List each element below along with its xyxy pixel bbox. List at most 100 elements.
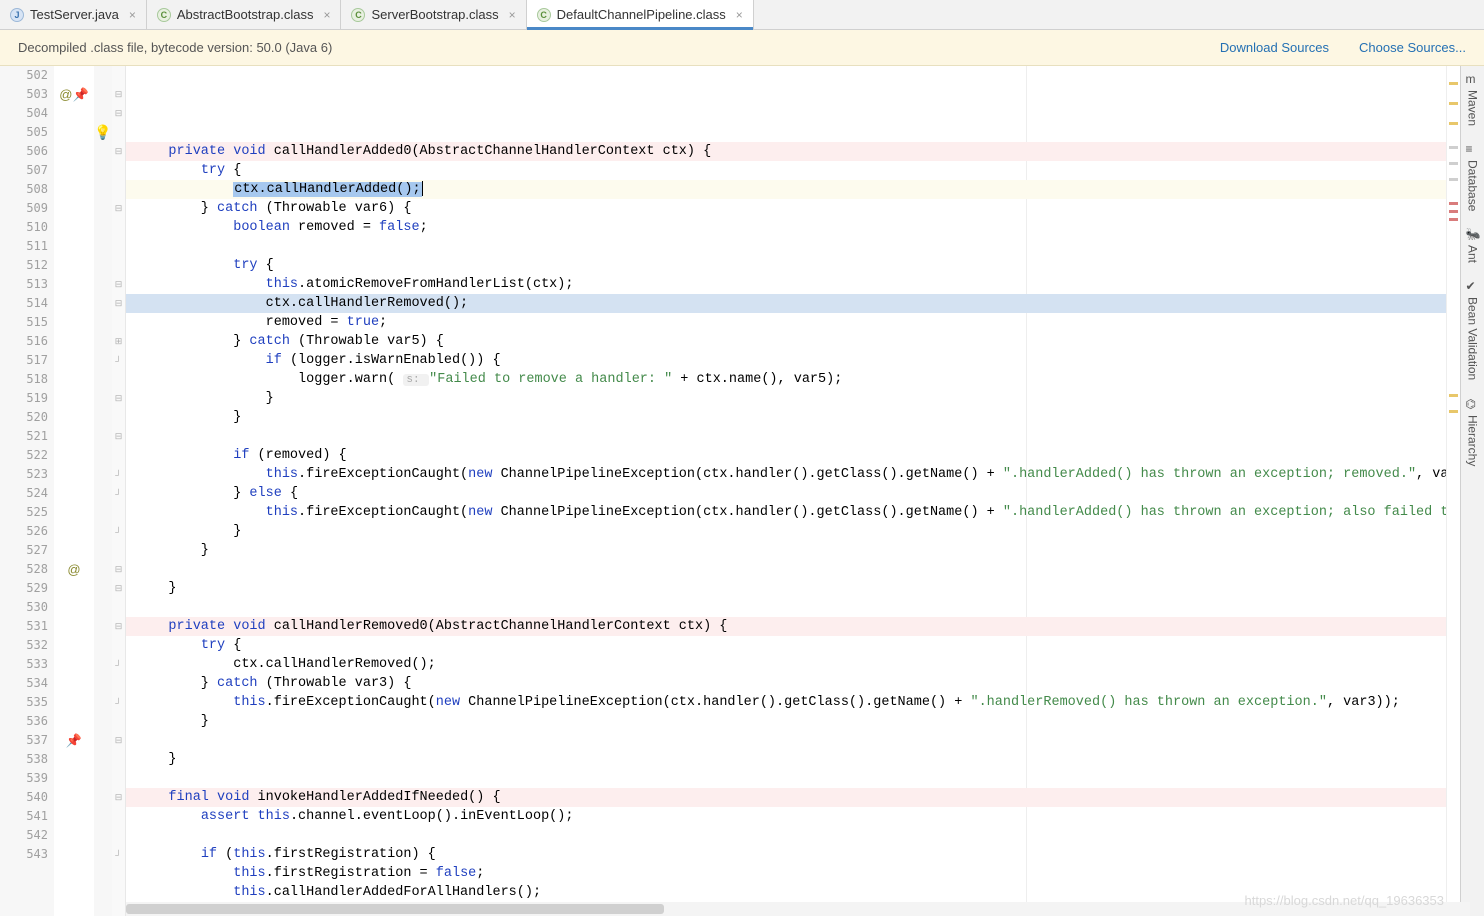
code-line[interactable]: ctx.callHandlerAdded(); bbox=[126, 180, 1446, 199]
stripe-mark-info[interactable] bbox=[1449, 146, 1458, 149]
scrollbar-thumb[interactable] bbox=[126, 904, 664, 914]
close-icon[interactable]: × bbox=[323, 8, 330, 22]
code-line[interactable]: } bbox=[126, 389, 1446, 408]
fold-handle[interactable] bbox=[112, 446, 125, 465]
fold-handle[interactable] bbox=[112, 256, 125, 275]
close-icon[interactable]: × bbox=[129, 8, 136, 22]
fold-handle[interactable]: ⊟ bbox=[112, 85, 125, 104]
code-line[interactable]: } catch (Throwable var6) { bbox=[126, 199, 1446, 218]
code-line[interactable]: assert this.channel.eventLoop().inEventL… bbox=[126, 807, 1446, 826]
code-line[interactable]: this.fireExceptionCaught(new ChannelPipe… bbox=[126, 693, 1446, 712]
fold-handle[interactable]: ⊟ bbox=[112, 199, 125, 218]
fold-handle[interactable]: ⊟ bbox=[112, 731, 125, 750]
pin-icon[interactable]: 📌 bbox=[66, 733, 82, 749]
stripe-mark-warn[interactable] bbox=[1449, 394, 1458, 397]
override-icon[interactable]: @ bbox=[59, 87, 72, 102]
stripe-mark-info[interactable] bbox=[1449, 162, 1458, 165]
code-line[interactable]: } bbox=[126, 408, 1446, 427]
fold-handle[interactable]: ┘ bbox=[112, 484, 125, 503]
fold-handle[interactable] bbox=[112, 598, 125, 617]
horizontal-scrollbar[interactable] bbox=[126, 902, 1470, 916]
code-line[interactable]: this.firstRegistration = false; bbox=[126, 864, 1446, 883]
error-stripe[interactable] bbox=[1446, 66, 1460, 916]
fold-handle[interactable]: ⊟ bbox=[112, 579, 125, 598]
code-line[interactable]: this.atomicRemoveFromHandlerList(ctx); bbox=[126, 275, 1446, 294]
choose-sources-link[interactable]: Choose Sources... bbox=[1359, 40, 1466, 55]
stripe-mark-warn[interactable] bbox=[1449, 410, 1458, 413]
fold-handle[interactable] bbox=[112, 807, 125, 826]
intention-bulb-icon[interactable]: 💡 bbox=[94, 124, 111, 141]
fold-handle[interactable]: ⊟ bbox=[112, 104, 125, 123]
code-line[interactable] bbox=[126, 123, 1446, 142]
stripe-mark-err[interactable] bbox=[1449, 202, 1458, 205]
code-line[interactable]: try { bbox=[126, 161, 1446, 180]
code-line[interactable]: } catch (Throwable var3) { bbox=[126, 674, 1446, 693]
code-line[interactable]: this.fireExceptionCaught(new ChannelPipe… bbox=[126, 503, 1446, 522]
code-line[interactable]: } catch (Throwable var5) { bbox=[126, 332, 1446, 351]
code-line[interactable]: this.fireExceptionCaught(new ChannelPipe… bbox=[126, 465, 1446, 484]
code-line[interactable] bbox=[126, 769, 1446, 788]
fold-handle[interactable]: ⊟ bbox=[112, 275, 125, 294]
fold-handle[interactable] bbox=[112, 674, 125, 693]
fold-handle[interactable] bbox=[112, 541, 125, 560]
toolwindow-database[interactable]: ≡Database bbox=[1466, 142, 1480, 211]
fold-handle[interactable] bbox=[112, 180, 125, 199]
fold-handle[interactable] bbox=[112, 712, 125, 731]
code-line[interactable]: try { bbox=[126, 256, 1446, 275]
tab-defaultchannelpipeline-class[interactable]: CDefaultChannelPipeline.class× bbox=[527, 0, 754, 29]
tab-abstractbootstrap-class[interactable]: CAbstractBootstrap.class× bbox=[147, 0, 342, 29]
fold-handle[interactable]: ┘ bbox=[112, 693, 125, 712]
fold-handle[interactable] bbox=[112, 408, 125, 427]
download-sources-link[interactable]: Download Sources bbox=[1220, 40, 1329, 55]
code-line[interactable]: } bbox=[126, 712, 1446, 731]
fold-handle[interactable] bbox=[112, 313, 125, 332]
fold-handle[interactable]: ⊟ bbox=[112, 389, 125, 408]
fold-handle[interactable] bbox=[112, 769, 125, 788]
fold-handle[interactable]: ⊞ bbox=[112, 332, 125, 351]
code-area[interactable]: private void callHandlerAdded0(AbstractC… bbox=[126, 66, 1446, 916]
code-line[interactable]: boolean removed = false; bbox=[126, 218, 1446, 237]
fold-handle[interactable] bbox=[112, 218, 125, 237]
close-icon[interactable]: × bbox=[509, 8, 516, 22]
fold-handle[interactable] bbox=[112, 826, 125, 845]
code-line[interactable]: private void callHandlerAdded0(AbstractC… bbox=[126, 142, 1446, 161]
close-icon[interactable]: × bbox=[736, 8, 743, 22]
override-icon[interactable]: @ bbox=[67, 562, 80, 577]
fold-handle[interactable]: ┘ bbox=[112, 655, 125, 674]
stripe-mark-err[interactable] bbox=[1449, 218, 1458, 221]
code-line[interactable]: if (logger.isWarnEnabled()) { bbox=[126, 351, 1446, 370]
fold-handle[interactable]: ⊟ bbox=[112, 560, 125, 579]
code-line[interactable]: this.callHandlerAddedForAllHandlers(); bbox=[126, 883, 1446, 902]
toolwindow-hierarchy[interactable]: ⌬Hierarchy bbox=[1466, 397, 1480, 466]
pin-icon[interactable]: 📌 bbox=[73, 87, 89, 103]
code-line[interactable]: if (this.firstRegistration) { bbox=[126, 845, 1446, 864]
fold-handle[interactable]: ┘ bbox=[112, 465, 125, 484]
code-line[interactable]: if (removed) { bbox=[126, 446, 1446, 465]
fold-handle[interactable]: ┘ bbox=[112, 351, 125, 370]
code-line[interactable]: final void invokeHandlerAddedIfNeeded() … bbox=[126, 788, 1446, 807]
code-line[interactable]: ctx.callHandlerRemoved(); bbox=[126, 655, 1446, 674]
code-line[interactable] bbox=[126, 237, 1446, 256]
code-line[interactable]: ctx.callHandlerRemoved(); bbox=[126, 294, 1446, 313]
code-line[interactable] bbox=[126, 427, 1446, 446]
fold-handle[interactable] bbox=[112, 161, 125, 180]
fold-handle[interactable] bbox=[112, 370, 125, 389]
code-line[interactable] bbox=[126, 826, 1446, 845]
code-line[interactable]: } bbox=[126, 750, 1446, 769]
code-line[interactable] bbox=[126, 598, 1446, 617]
code-line[interactable]: } bbox=[126, 541, 1446, 560]
fold-handle[interactable] bbox=[112, 66, 125, 85]
code-line[interactable]: try { bbox=[126, 636, 1446, 655]
fold-handle[interactable]: ┘ bbox=[112, 845, 125, 864]
fold-handle[interactable] bbox=[112, 750, 125, 769]
code-line[interactable] bbox=[126, 731, 1446, 750]
stripe-mark-warn[interactable] bbox=[1449, 122, 1458, 125]
code-line[interactable]: } bbox=[126, 579, 1446, 598]
fold-handle[interactable] bbox=[112, 237, 125, 256]
stripe-mark-info[interactable] bbox=[1449, 178, 1458, 181]
fold-handle[interactable] bbox=[112, 123, 125, 142]
stripe-mark-warn[interactable] bbox=[1449, 82, 1458, 85]
stripe-mark-warn[interactable] bbox=[1449, 102, 1458, 105]
stripe-mark-err[interactable] bbox=[1449, 210, 1458, 213]
fold-handle[interactable]: ⊟ bbox=[112, 617, 125, 636]
